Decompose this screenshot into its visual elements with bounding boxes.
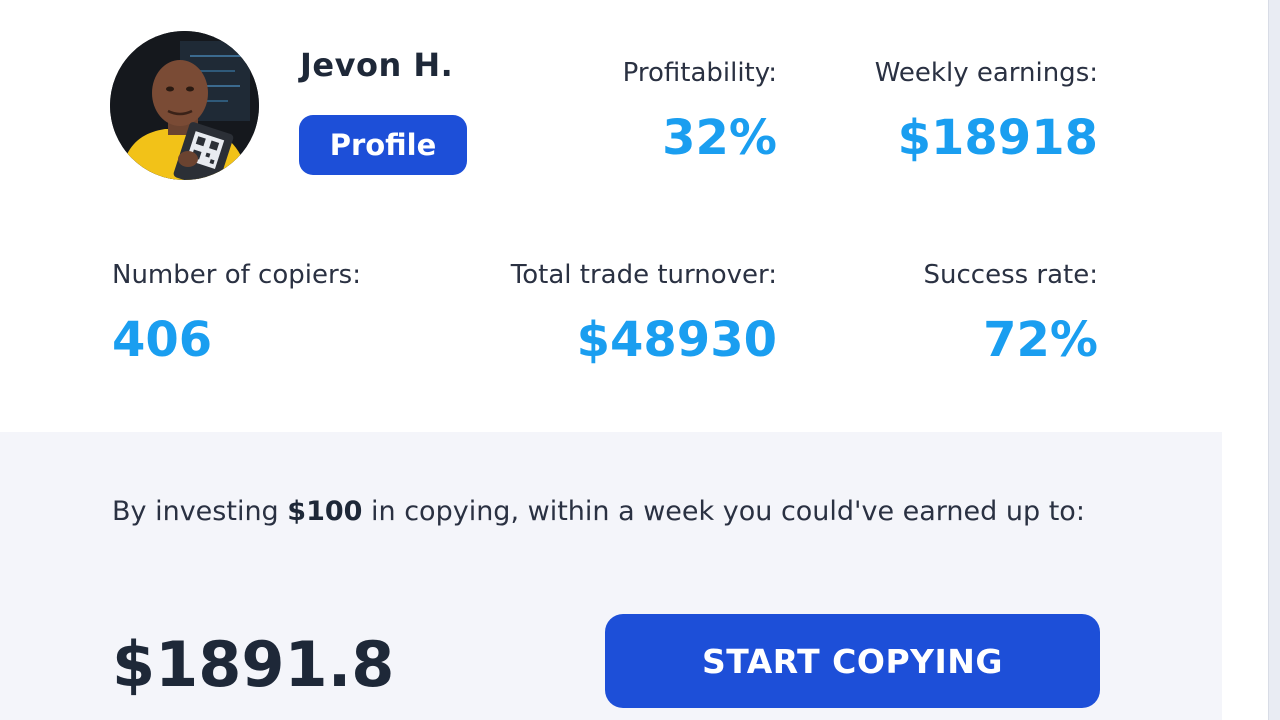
profitability-label: Profitability: <box>622 58 777 88</box>
avatar <box>110 31 259 180</box>
trader-name: Jevon H. <box>300 46 454 84</box>
turnover-value: $48930 <box>576 312 777 368</box>
investment-description: By investing $100 in copying, within a w… <box>112 492 1112 532</box>
turnover-label: Total trade turnover: <box>510 260 777 290</box>
investment-amount: $100 <box>287 496 363 527</box>
potential-earnings: $1891.8 <box>112 628 395 701</box>
profitability-value: 32% <box>662 110 777 166</box>
investment-text-prefix: By investing <box>112 496 288 527</box>
investment-text-suffix: in copying, within a week you could've e… <box>362 496 1085 527</box>
profile-button[interactable]: Profile <box>299 115 467 175</box>
weekly-earnings-value: $18918 <box>897 110 1098 166</box>
scrollbar[interactable] <box>1268 0 1280 720</box>
start-copying-button[interactable]: START COPYING <box>605 614 1100 708</box>
weekly-earnings-label: Weekly earnings: <box>874 58 1098 88</box>
success-rate-label: Success rate: <box>923 260 1099 290</box>
copiers-label: Number of copiers: <box>112 260 361 290</box>
copiers-value: 406 <box>112 312 213 368</box>
success-rate-value: 72% <box>983 312 1098 368</box>
copy-trader-card: Jevon H. Profile Profitability: 32% Week… <box>0 0 1280 720</box>
avatar-photo <box>110 31 259 180</box>
